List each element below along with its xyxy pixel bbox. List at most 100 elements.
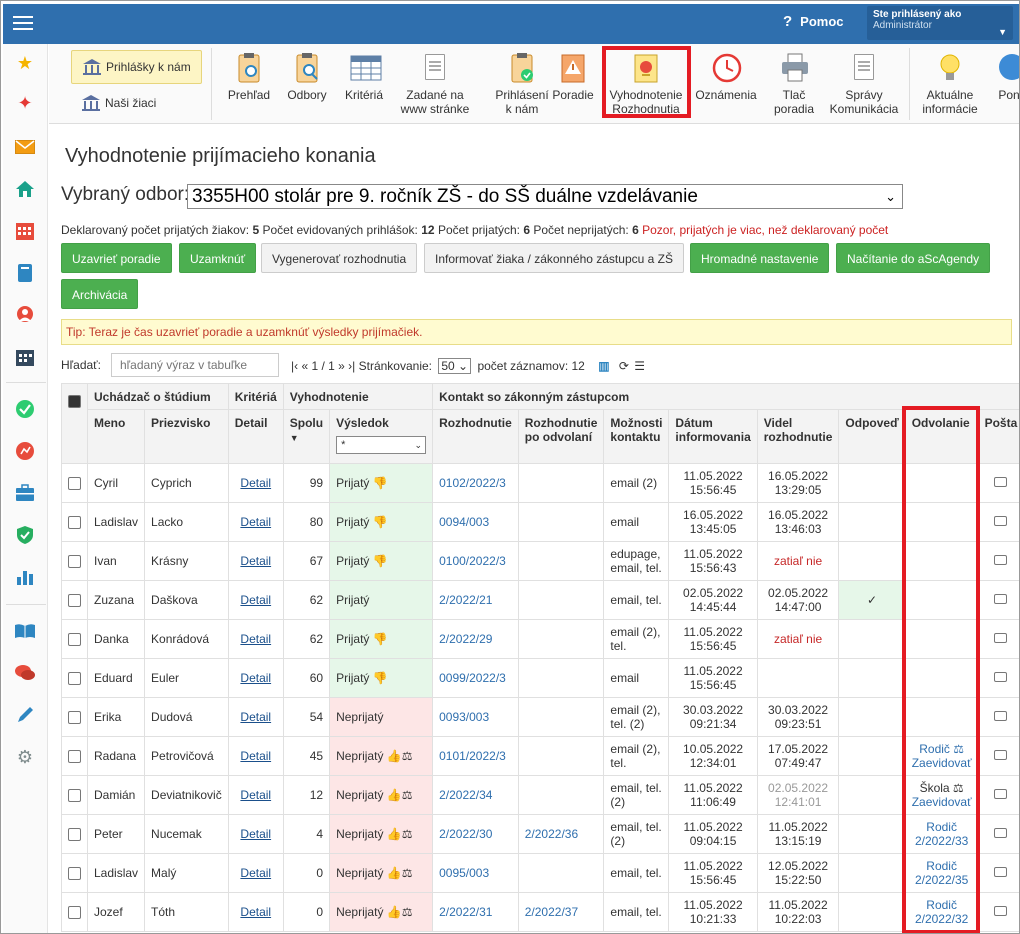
informovat-button[interactable]: Informovať žiaka / zákonného zástupcu a … [424, 243, 684, 273]
timetable-icon[interactable] [14, 346, 36, 368]
decision-link[interactable]: 2/2022/21 [439, 593, 492, 607]
cell-posta[interactable] [977, 463, 1019, 503]
select-all-checkbox[interactable] [68, 395, 81, 409]
row-select-cell[interactable] [61, 892, 88, 932]
envelope-icon[interactable] [994, 867, 1008, 877]
col-moznosti[interactable]: Možnosti kontaktu [603, 409, 670, 464]
cell-posta[interactable] [977, 775, 1019, 815]
detail-link[interactable]: Detail [240, 515, 271, 529]
tool-odbory[interactable]: Odbory [283, 52, 331, 102]
appeal-decision-link[interactable]: 2/2022/36 [525, 827, 578, 841]
envelope-icon[interactable] [994, 477, 1008, 487]
detail-link[interactable]: Detail [240, 476, 271, 490]
detail-link[interactable]: Detail [240, 749, 271, 763]
cell-posta[interactable] [977, 658, 1019, 698]
row-select-cell[interactable] [61, 463, 88, 503]
cell-posta[interactable] [977, 853, 1019, 893]
tool-kriteria[interactable]: Kritériá [339, 52, 389, 102]
tool-spravy[interactable]: Správy Komunikácia [827, 52, 901, 116]
table-row[interactable]: Ladislav Lacko Detail 80 Prijatý 👎 0094/003 em… [61, 502, 1019, 542]
decision-link[interactable]: 0100/2022/3 [439, 554, 506, 568]
decision-link[interactable]: 2/2022/30 [439, 827, 492, 841]
cell-posta[interactable] [977, 814, 1019, 854]
cell-vysledok[interactable]: Prijatý 👎 [329, 658, 434, 698]
decision-link[interactable]: 2/2022/31 [439, 905, 492, 919]
row-checkbox[interactable] [68, 906, 81, 920]
decision-link[interactable]: 0094/003 [439, 515, 489, 529]
list-icon[interactable]: ☰ [634, 359, 645, 373]
row-select-cell[interactable] [61, 853, 88, 893]
detail-link[interactable]: Detail [240, 905, 271, 919]
result-filter-select[interactable]: * ⌄ [336, 436, 427, 454]
archivacia-button[interactable]: Archivácia [61, 279, 139, 309]
row-checkbox[interactable] [68, 633, 81, 647]
detail-link[interactable]: Detail [240, 554, 271, 568]
row-checkbox[interactable] [68, 477, 81, 491]
chart-pie-icon[interactable] [14, 440, 36, 462]
table-row[interactable]: Ivan Krásny Detail 67 Prijatý 👎 0100/2022/3 ed… [61, 541, 1019, 581]
detail-link[interactable]: Detail [240, 671, 271, 685]
envelope-icon[interactable] [994, 828, 1008, 838]
table-row[interactable]: Damián Deviatnikovič Detail 12 Neprijatý 👍⚖ 2… [61, 775, 1019, 815]
table-row[interactable]: Zuzana Daškova Detail 62 Prijatý 2/2022/21 ema… [61, 580, 1019, 620]
col-odpoved[interactable]: Odpoveď [838, 409, 906, 464]
col-videl[interactable]: Videl rozhodnutie [756, 409, 840, 464]
cell-vysledok[interactable]: Prijatý [329, 580, 434, 620]
gear-icon[interactable]: ⚙ [14, 746, 36, 768]
uzavriet-poradie-button[interactable]: Uzavrieť poradie [61, 243, 172, 273]
cell-vysledok[interactable]: Neprijatý 👍⚖ [329, 814, 434, 854]
row-select-cell[interactable] [61, 619, 88, 659]
row-checkbox[interactable] [68, 867, 81, 881]
user-icon[interactable] [14, 304, 36, 326]
tool-prihlaseni[interactable]: Prihlásení k nám [489, 52, 555, 116]
tool-pomoc[interactable]: Pon [991, 52, 1019, 102]
table-row[interactable]: Eduard Euler Detail 60 Prijatý 👎 0099/2022/3 e… [61, 658, 1019, 698]
cell-posta[interactable] [977, 736, 1019, 776]
row-checkbox[interactable] [68, 555, 81, 569]
col-po-odvolani[interactable]: Rozhodnutie po odvolaní [517, 409, 605, 464]
row-select-cell[interactable] [61, 775, 88, 815]
envelope-icon[interactable] [994, 594, 1008, 604]
table-row[interactable]: Jozef Tóth Detail 0 Neprijatý 👍⚖ 2/2022/31 2/2… [61, 892, 1019, 932]
tool-poradie[interactable]: Poradie [549, 52, 597, 102]
cell-vysledok[interactable]: Prijatý 👎 [329, 541, 434, 581]
decision-link[interactable]: 0102/2022/3 [439, 476, 506, 490]
field-select[interactable]: 3355H00 stolár pre 9. ročník ZŠ - do SŠ … [187, 184, 903, 209]
book-icon[interactable] [14, 620, 36, 642]
menu-icon[interactable] [11, 12, 35, 36]
decision-link[interactable]: 0101/2022/3 [439, 749, 506, 763]
calendar-icon[interactable] [14, 220, 36, 242]
magic-wand-icon[interactable]: ✦ [14, 92, 36, 114]
pager-nav[interactable]: |‹ « 1 / 1 » ›| [291, 359, 355, 373]
cell-vysledok[interactable]: Neprijatý [329, 697, 434, 737]
detail-link[interactable]: Detail [240, 632, 271, 646]
col-datum[interactable]: Dátum informovania [668, 409, 758, 464]
envelope-icon[interactable] [994, 516, 1008, 526]
detail-link[interactable]: Detail [240, 866, 271, 880]
envelope-icon[interactable] [994, 750, 1008, 760]
prihlasky-button[interactable]: Prihlášky k nám [71, 50, 202, 84]
table-row[interactable]: Radana Petrovičová Detail 45 Neprijatý 👍⚖ 010… [61, 736, 1019, 776]
star-icon[interactable]: ★ [14, 52, 36, 74]
row-checkbox[interactable] [68, 594, 81, 608]
cell-vysledok[interactable]: Neprijatý 👍⚖ [329, 736, 434, 776]
row-select-cell[interactable] [61, 697, 88, 737]
row-select-cell[interactable] [61, 502, 88, 542]
select-all-cell[interactable] [61, 383, 88, 464]
cell-posta[interactable] [977, 892, 1019, 932]
envelope-icon[interactable] [994, 555, 1008, 565]
cell-posta[interactable] [977, 619, 1019, 659]
table-row[interactable]: Erika Dudová Detail 54 Neprijatý 0093/003 emai… [61, 697, 1019, 737]
decision-link[interactable]: 2/2022/29 [439, 632, 492, 646]
appeal-decision-link[interactable]: 2/2022/37 [525, 905, 578, 919]
bar-chart-icon[interactable] [14, 566, 36, 588]
col-vysledok[interactable]: Výsledok * ⌄ [329, 409, 434, 464]
briefcase-icon[interactable] [14, 482, 36, 504]
col-meno[interactable]: Meno [86, 409, 146, 464]
home-icon[interactable] [14, 178, 36, 200]
decision-link[interactable]: 2/2022/34 [439, 788, 492, 802]
hromadne-button[interactable]: Hromadné nastavenie [690, 243, 830, 273]
decision-link[interactable]: 0095/003 [439, 866, 489, 880]
help-link[interactable]: ? Pomoc [783, 13, 844, 30]
cell-posta[interactable] [977, 541, 1019, 581]
